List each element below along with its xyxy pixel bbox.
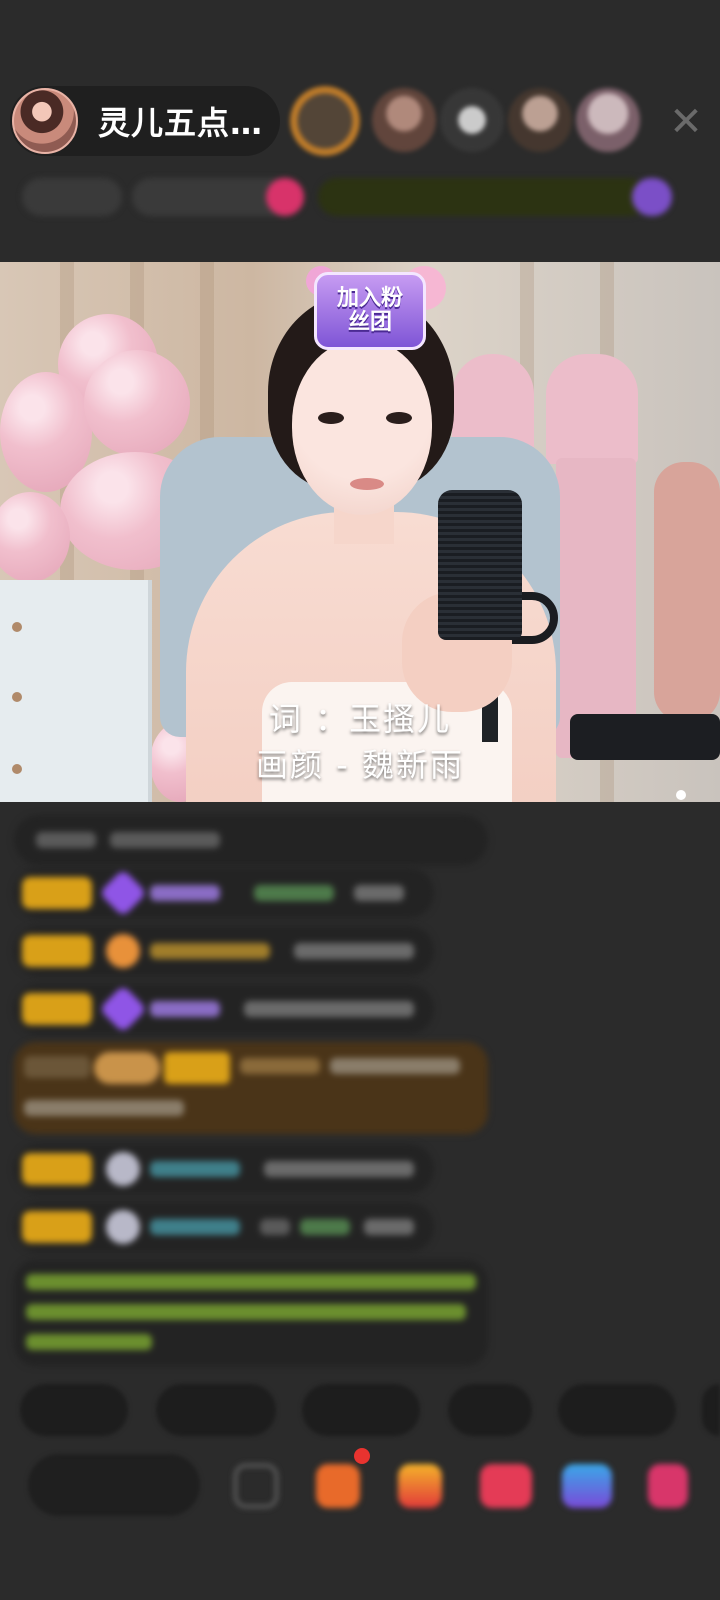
host-name: 灵儿五点… xyxy=(98,104,264,142)
streamer-eye xyxy=(386,412,412,424)
host-info-pill[interactable]: 灵儿五点… xyxy=(10,86,280,156)
gift-box-icon[interactable] xyxy=(316,1464,360,1508)
chat-message[interactable] xyxy=(14,1144,434,1194)
chat-input[interactable] xyxy=(28,1454,200,1516)
notification-dot xyxy=(354,1448,370,1464)
chat-message[interactable] xyxy=(14,868,434,918)
level-badge xyxy=(22,1153,92,1185)
emoji-icon[interactable] xyxy=(234,1464,278,1508)
gift-icon[interactable] xyxy=(266,178,304,216)
close-icon[interactable]: ✕ xyxy=(664,100,708,144)
viewer-avatar[interactable] xyxy=(508,88,572,152)
level-badge xyxy=(22,1211,92,1243)
streamer-lips xyxy=(350,478,384,490)
microphone-icon xyxy=(438,490,522,640)
avatar-icon xyxy=(106,1210,140,1244)
gem-icon xyxy=(106,934,140,968)
dresser-knob xyxy=(12,622,22,632)
game-icon[interactable] xyxy=(562,1464,612,1508)
join-fan-club-badge[interactable]: 加入粉丝团 xyxy=(314,272,426,350)
decor-pink-block xyxy=(546,354,638,464)
quick-reply-chip[interactable] xyxy=(702,1384,720,1436)
viewer-avatar[interactable] xyxy=(372,88,436,152)
chat-message[interactable] xyxy=(14,984,434,1034)
level-badge xyxy=(22,935,92,967)
quick-reply-chip[interactable] xyxy=(448,1384,532,1436)
chat-message[interactable] xyxy=(14,926,434,976)
red-packet-icon[interactable] xyxy=(480,1464,532,1508)
streamer-eye xyxy=(318,412,344,424)
viewer-avatar[interactable] xyxy=(290,86,360,156)
chat-message[interactable] xyxy=(14,1202,434,1252)
viewer-avatar[interactable] xyxy=(576,88,640,152)
hour-rank-chip[interactable] xyxy=(22,178,122,216)
level-badge xyxy=(22,877,92,909)
more-gifts-icon[interactable] xyxy=(648,1464,688,1508)
lyric-line-2: 画颜 - 魏新雨 xyxy=(256,746,464,784)
event-icon[interactable] xyxy=(632,178,672,216)
decor-bear xyxy=(654,462,720,722)
chat-message-system xyxy=(14,815,488,865)
quick-reply-chip[interactable] xyxy=(302,1384,420,1436)
live-info-bar[interactable] xyxy=(22,172,702,222)
quick-reply-chip[interactable] xyxy=(156,1384,276,1436)
lyric-line-1: 词 ：玉搔儿 xyxy=(268,700,452,738)
gem-icon xyxy=(98,868,148,918)
page-indicator-dot xyxy=(676,790,686,800)
quick-reply-chip[interactable] xyxy=(558,1384,676,1436)
event-banner[interactable] xyxy=(318,178,648,216)
balloon xyxy=(84,350,190,456)
quick-reply-chip[interactable] xyxy=(20,1384,128,1436)
live-video-stream[interactable]: 加入粉丝团 词 ：玉搔儿 画颜 - 魏新雨 xyxy=(0,262,720,802)
fan-badge-text: 加入粉丝团 xyxy=(336,286,403,335)
chat-message-highlight[interactable] xyxy=(14,1042,488,1134)
treasure-icon[interactable] xyxy=(398,1464,442,1508)
host-avatar[interactable] xyxy=(12,88,78,154)
level-badge xyxy=(22,993,92,1025)
chat-message-announcement xyxy=(14,1260,488,1366)
gem-icon xyxy=(98,984,148,1034)
avatar-icon xyxy=(106,1152,140,1186)
viewer-avatar[interactable] xyxy=(440,88,504,152)
